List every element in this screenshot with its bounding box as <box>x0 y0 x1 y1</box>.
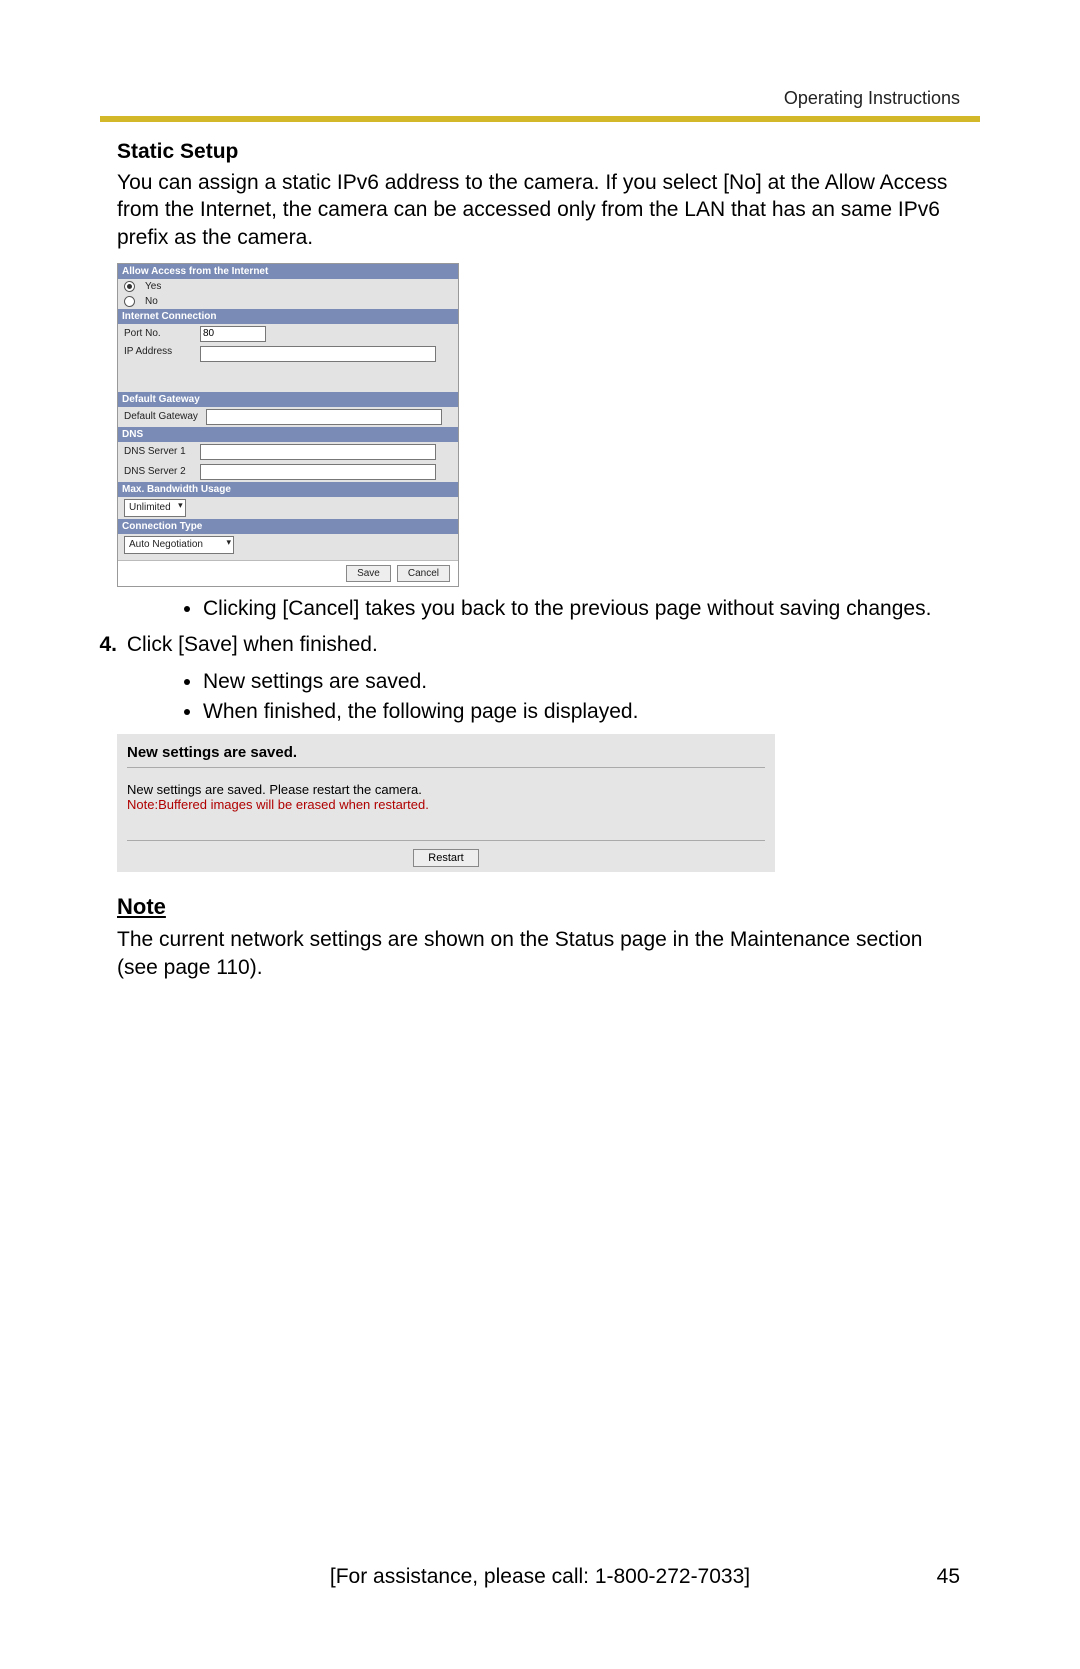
allow-access-header: Allow Access from the Internet <box>118 264 458 279</box>
max-bandwidth-select[interactable]: Unlimited <box>124 499 186 517</box>
default-gateway-input[interactable] <box>206 409 442 425</box>
cancel-button[interactable]: Cancel <box>397 565 450 582</box>
max-bandwidth-header: Max. Bandwidth Usage <box>118 482 458 497</box>
port-no-label: Port No. <box>124 328 194 339</box>
save-button[interactable]: Save <box>346 565 391 582</box>
saved-dialog-line1: New settings are saved. Please restart t… <box>127 782 765 797</box>
connection-type-header: Connection Type <box>118 519 458 534</box>
config-panel: Allow Access from the Internet Yes No In… <box>117 263 459 587</box>
ip-address-input[interactable] <box>200 346 436 362</box>
section-title: Static Setup <box>117 140 960 164</box>
bullet-following: When finished, the following page is dis… <box>203 698 960 726</box>
dns1-input[interactable] <box>200 444 436 460</box>
step-text: Click [Save] when finished. <box>127 633 378 656</box>
default-gateway-label: Default Gateway <box>124 411 200 422</box>
step-4: 4. Click [Save] when finished. <box>89 631 960 659</box>
section-intro: You can assign a static IPv6 address to … <box>117 169 960 251</box>
bullet-saved: New settings are saved. <box>203 668 960 696</box>
connection-type-select[interactable]: Auto Negotiation <box>124 536 234 554</box>
radio-yes-icon[interactable] <box>124 281 135 292</box>
content: Static Setup You can assign a static IPv… <box>117 140 960 993</box>
running-head: Operating Instructions <box>784 88 960 109</box>
saved-dialog-rule <box>127 767 765 768</box>
bullet-list-1: Clicking [Cancel] takes you back to the … <box>163 595 960 623</box>
dns2-label: DNS Server 2 <box>124 466 194 477</box>
dns-header: DNS <box>118 427 458 442</box>
radio-yes-label: Yes <box>145 281 161 292</box>
allow-access-no-row[interactable]: No <box>118 294 458 309</box>
note-heading: Note <box>117 894 960 920</box>
restart-button[interactable]: Restart <box>413 849 478 867</box>
saved-dialog: New settings are saved. New settings are… <box>117 734 775 872</box>
page: Operating Instructions Static Setup You … <box>0 0 1080 1669</box>
allow-access-yes-row[interactable]: Yes <box>118 279 458 294</box>
radio-no-label: No <box>145 296 158 307</box>
radio-no-icon[interactable] <box>124 296 135 307</box>
top-rule <box>100 116 980 122</box>
ip-address-label: IP Address <box>124 346 194 357</box>
footer-assistance: [For assistance, please call: 1-800-272-… <box>0 1565 1080 1589</box>
bullet-list-2: New settings are saved. When finished, t… <box>163 668 960 727</box>
internet-connection-header: Internet Connection <box>118 309 458 324</box>
panel-button-row: Save Cancel <box>118 561 458 586</box>
dns1-label: DNS Server 1 <box>124 446 194 457</box>
step-number: 4. <box>89 631 117 659</box>
dns2-input[interactable] <box>200 464 436 480</box>
default-gateway-header: Default Gateway <box>118 392 458 407</box>
note-text: The current network settings are shown o… <box>117 926 960 981</box>
bullet-cancel: Clicking [Cancel] takes you back to the … <box>203 595 960 623</box>
footer-page-number: 45 <box>937 1565 960 1589</box>
saved-dialog-rule-2 <box>127 840 765 841</box>
saved-dialog-title: New settings are saved. <box>127 744 765 761</box>
port-no-input[interactable] <box>200 326 266 342</box>
saved-dialog-line2: Note:Buffered images will be erased when… <box>127 797 765 812</box>
